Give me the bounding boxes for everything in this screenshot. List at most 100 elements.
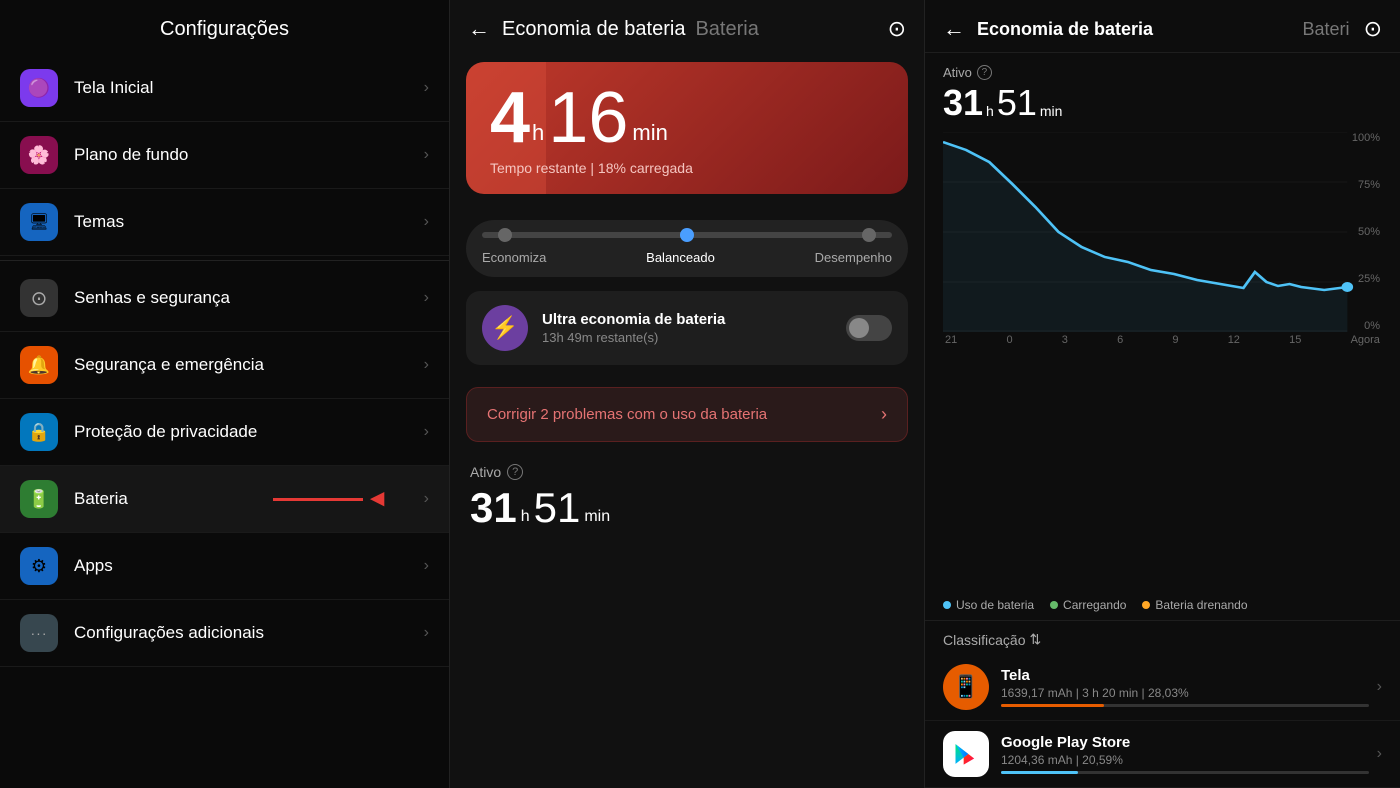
chart-x-labels: 21 0 3 6 9 12 15 Agora [943,334,1382,346]
slider-label-balanced: Balanceado [646,250,715,265]
right-ativo-label: Ativo ? [943,65,1382,80]
right-ativo-mins: 51 [997,82,1037,124]
chevron-right-icon: › [1377,745,1382,763]
ultra-economy-subtitle: 13h 49m restante(s) [542,330,846,345]
arrow-line [273,498,363,501]
mid-panel: ← Economia de bateria Bateria ⊙ 4 h 16 m… [450,0,925,788]
ultra-economy-text: Ultra economia de bateria 13h 49m restan… [542,311,846,345]
screen-icon: 📱 [952,674,979,700]
right-ativo-hours: 31 [943,82,983,124]
page-title: Configurações [0,0,449,55]
mid-title-inactive[interactable]: Bateria [695,18,758,41]
app-row-tela[interactable]: 📱 Tela 1639,17 mAh | 3 h 20 min | 28,03%… [925,654,1400,721]
sidebar-item-label: Segurança e emergência [74,355,424,375]
app-row-play-store[interactable]: Google Play Store 1204,36 mAh | 20,59% › [925,721,1400,788]
right-tab-bateria[interactable]: Bateri [1303,19,1350,40]
x-label-agora: Agora [1351,334,1380,346]
chevron-right-icon: › [424,557,429,575]
sidebar-item-temas[interactable]: 🖥 Temas › [0,189,449,256]
chevron-right-icon: › [424,146,429,164]
legend-dot-uso [943,601,951,609]
chevron-right-icon: › [1377,678,1382,696]
x-label-0: 0 [1006,334,1012,346]
fix-problems-label: Corrigir 2 problemas com o uso da bateri… [487,406,881,423]
legend-carregando: Carregando [1050,598,1126,612]
ultra-economy-icon: ⚡ [482,305,528,351]
right-help-icon[interactable]: ? [977,65,992,80]
slider-track[interactable] [482,232,892,238]
classification-label: Classificação [943,632,1025,648]
sidebar-item-label: Senhas e segurança [74,288,424,308]
help-icon[interactable]: ? [507,464,523,480]
right-title: Economia de bateria [977,19,1303,40]
app-bar-fill-play-store [1001,771,1078,774]
sidebar-item-label: Temas [74,212,424,232]
ativo-hours: 31 [470,484,517,532]
sidebar-item-tela-inicial[interactable]: 🟣 Tela Inicial › [0,55,449,122]
legend-label-drenando: Bateria drenando [1155,598,1247,612]
x-label-6: 6 [1117,334,1123,346]
slider-label-economize: Economiza [482,250,546,265]
right-panel: ← Economia de bateria Bateri ⊙ Ativo ? 3… [925,0,1400,788]
legend-uso: Uso de bateria [943,598,1034,612]
app-bar-track-play-store [1001,771,1369,774]
ativo-time-display: 31 h 51 min [470,484,904,532]
y-label-100: 100% [1352,132,1380,144]
mid-title-active: Economia de bateria [502,18,685,41]
sidebar-item-config-adicionais[interactable]: ··· Configurações adicionais › [0,600,449,667]
x-label-3: 3 [1062,334,1068,346]
fix-problems-button[interactable]: Corrigir 2 problemas com o uso da bateri… [466,387,908,442]
ativo-section: Ativo ? 31 h 51 min [470,464,904,532]
right-ativo-time: 31 h 51 min [943,82,1382,124]
battery-time-display: 4 h 16 min [490,82,884,154]
sort-icon[interactable]: ⇅ [1029,631,1041,648]
back-button[interactable]: ← [468,16,490,42]
ultra-economy-toggle[interactable] [846,315,892,341]
sidebar-item-apps[interactable]: ⚙ Apps › [0,533,449,600]
sidebar-item-bateria[interactable]: 🔋 Bateria ◄ › [0,466,449,533]
app-icon-play-store [943,731,989,777]
app-icon-tela: 📱 [943,664,989,710]
right-back-button[interactable]: ← [943,16,965,42]
sidebar-item-plano-de-fundo[interactable]: 🌸 Plano de fundo › [0,122,449,189]
x-label-12: 12 [1228,334,1240,346]
classification-header[interactable]: Classificação ⇅ [925,621,1400,654]
sidebar-item-privacidade[interactable]: 🔒 Proteção de privacidade › [0,399,449,466]
performance-slider[interactable]: Economiza Balanceado Desempenho [466,220,908,277]
sidebar-item-seguranca[interactable]: 🔔 Segurança e emergência › [0,332,449,399]
chevron-right-icon: › [424,356,429,374]
ativo-label: Ativo ? [470,464,904,480]
ultra-economy-row[interactable]: ⚡ Ultra economia de bateria 13h 49m rest… [466,291,908,365]
y-label-25: 25% [1352,273,1380,285]
chevron-right-icon: › [424,289,429,307]
app-info-play-store: Google Play Store 1204,36 mAh | 20,59% [1001,734,1369,774]
app-info-tela: Tela 1639,17 mAh | 3 h 20 min | 28,03% [1001,667,1369,707]
sidebar-item-senhas[interactable]: ⊙ Senhas e segurança › [0,265,449,332]
battery-h-label: h [532,120,544,154]
legend-label-carregando: Carregando [1063,598,1126,612]
apps-icon: ⚙ [20,547,58,585]
ativo-min-label: min [584,508,610,532]
legend-dot-carregando [1050,601,1058,609]
toggle-knob [849,318,869,338]
x-label-21: 21 [945,334,957,346]
legend-label-uso: Uso de bateria [956,598,1034,612]
legend-dot-drenando [1142,601,1150,609]
chart-legend: Uso de bateria Carregando Bateria drenan… [925,590,1400,621]
right-ativo-h-label: h [986,103,994,124]
battery-subtitle: Tempo restante | 18% carregada [490,160,884,176]
privacidade-icon: 🔒 [20,413,58,451]
app-name-tela: Tela [1001,667,1369,684]
gear-icon[interactable]: ⊙ [888,16,906,42]
fix-problems-arrow: › [881,404,887,425]
chevron-right-icon: › [424,490,429,508]
ultra-economy-title: Ultra economia de bateria [542,311,846,328]
app-stats-play-store: 1204,36 mAh | 20,59% [1001,753,1369,767]
slider-label-performance: Desempenho [815,250,892,265]
right-gear-icon[interactable]: ⊙ [1364,16,1382,42]
sidebar-item-label: Proteção de privacidade [74,422,424,442]
battery-chart: 100% 75% 50% 25% 0% 21 0 3 6 9 12 [925,124,1400,590]
chart-y-labels: 100% 75% 50% 25% 0% [1352,132,1380,332]
red-arrow-annotation: ◄ [273,485,389,513]
legend-drenando: Bateria drenando [1142,598,1247,612]
